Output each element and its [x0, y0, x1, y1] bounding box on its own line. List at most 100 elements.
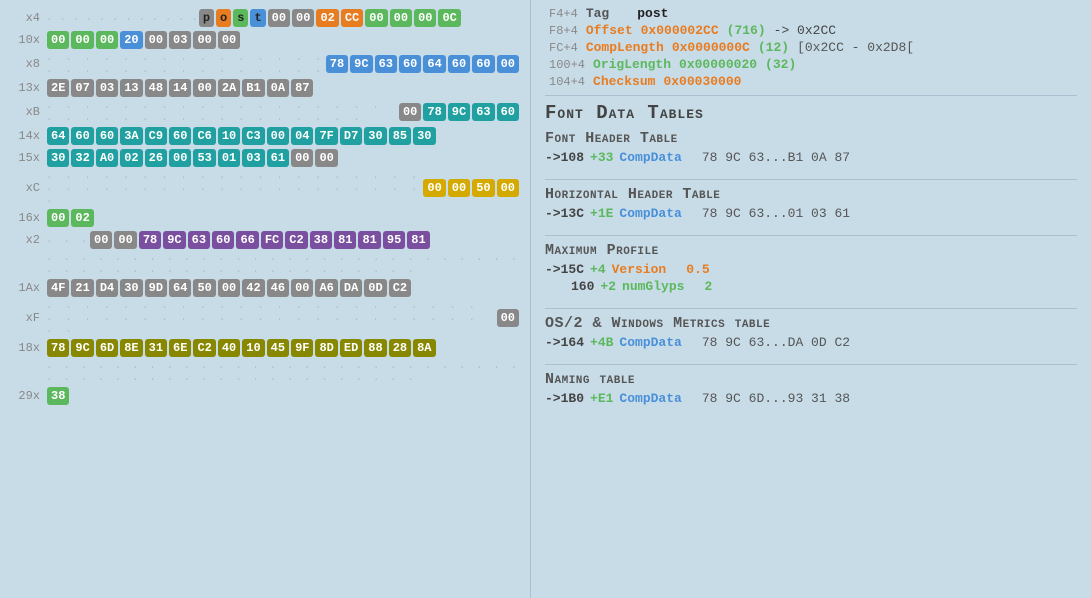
- hex-cell: 00: [291, 149, 313, 167]
- row-label: 10x: [10, 33, 46, 47]
- hex-cell: 9C: [163, 231, 185, 249]
- table-section-os2: OS/2 & Windows Metrics table ->164 +4B C…: [545, 315, 1077, 350]
- dots: . . . . . . . . . . . . . . . . . . . . …: [46, 360, 520, 384]
- hex-cell: 00: [497, 309, 519, 327]
- hex-row: 18x 78 9C 6D 8E 31 6E C2 40 10 45 9F 8D …: [10, 338, 520, 358]
- row-label: xF: [10, 311, 46, 325]
- hex-cell: 00: [414, 9, 436, 27]
- hex-row: . . . . . . . . . . . . . . . . . . . . …: [10, 360, 520, 384]
- hex-cell: 32: [71, 149, 93, 167]
- hex-cell: 78: [423, 103, 445, 121]
- table-title: OS/2 & Windows Metrics table: [545, 315, 1077, 332]
- field-version: Version: [612, 262, 667, 277]
- hex-cell: 64: [169, 279, 191, 297]
- hex-cell: C2: [193, 339, 215, 357]
- field-compdata: CompData: [619, 150, 681, 165]
- hex-cell: 63: [375, 55, 397, 73]
- hex-cell: 00: [145, 31, 167, 49]
- val-numglyps: 2: [704, 279, 712, 294]
- table-row-info: ->164 +4B CompData 78 9C 63...DA 0D C2: [545, 335, 1077, 350]
- hex-cell: 60: [169, 127, 191, 145]
- hex-cell: 50: [193, 279, 215, 297]
- hex-cell: C6: [193, 127, 215, 145]
- hex-cell: 13: [120, 79, 142, 97]
- table-row-info: ->108 +33 CompData 78 9C 63...B1 0A 87: [545, 150, 1077, 165]
- hex-cell: CC: [341, 9, 363, 27]
- val-compdata: 78 9C 63...DA 0D C2: [702, 335, 850, 350]
- val-complength-hex: 0x0000000C: [672, 40, 750, 55]
- hex-cell: 60: [497, 103, 519, 121]
- hex-cell: 00: [365, 9, 387, 27]
- hex-cell: 00: [193, 31, 215, 49]
- hex-cell: 00: [292, 9, 314, 27]
- hex-cell: 31: [145, 339, 167, 357]
- hex-cell: 2A: [218, 79, 240, 97]
- hex-cell: 9C: [71, 339, 93, 357]
- hex-row: . . . . . . . . . . . . . . . . . . . . …: [10, 252, 520, 276]
- hex-cell: 88: [364, 339, 386, 357]
- hex-row: 1Ax 4F 21 D4 30 9D 64 50 00 42 46 00 A6 …: [10, 278, 520, 298]
- hex-cell: C3: [242, 127, 264, 145]
- hex-cell: 00: [390, 9, 412, 27]
- hex-row: 13x 2E 07 03 13 48 14 00 2A B1 0A 87: [10, 78, 520, 98]
- hex-row: 16x 00 02: [10, 208, 520, 228]
- hex-cell: 9C: [350, 55, 372, 73]
- hex-cell: 30: [120, 279, 142, 297]
- hex-cell: 81: [407, 231, 429, 249]
- field-compdata: CompData: [619, 335, 681, 350]
- table-row-info: ->15C +4 Version 0.5: [545, 262, 1077, 277]
- right-panel: F4+4 Tag post F8+4 Offset 0x000002CC (71…: [530, 0, 1091, 598]
- hex-cell: 8E: [120, 339, 142, 357]
- meta-row: F8+4 Offset 0x000002CC (716) -> 0x2CC: [545, 23, 1077, 38]
- row-label: xB: [10, 105, 46, 119]
- hex-cell: 60: [212, 231, 234, 249]
- hex-cell: 53: [193, 149, 215, 167]
- table-section-name: Naming table ->1B0 +E1 CompData 78 9C 6D…: [545, 371, 1077, 406]
- field-tag: Tag: [586, 6, 609, 21]
- hex-cell: 60: [448, 55, 470, 73]
- hex-cell: 46: [267, 279, 289, 297]
- hex-cell: 07: [71, 79, 93, 97]
- hex-row: x4 . . . . . . . . . . . . p o s t 00 00…: [10, 8, 520, 28]
- meta-row: 100+4 OrigLength 0x00000020 (32): [545, 57, 1077, 72]
- hex-cell: 0C: [438, 9, 460, 27]
- table-section-maxp: Maximum Profile ->15C +4 Version 0.5 160…: [545, 242, 1077, 294]
- hex-cell: 00: [448, 179, 470, 197]
- hex-cell: 2E: [47, 79, 69, 97]
- hex-cell: 00: [315, 149, 337, 167]
- hex-cell: 95: [383, 231, 405, 249]
- table-title: Naming table: [545, 371, 1077, 388]
- plus-offset: +E1: [590, 391, 613, 406]
- arrow-ref: ->1B0: [545, 391, 584, 406]
- arrow-ref: ->13C: [545, 206, 584, 221]
- hex-cell: 40: [218, 339, 240, 357]
- hex-cell: 21: [71, 279, 93, 297]
- hex-cell: 10: [242, 339, 264, 357]
- hex-cell: 26: [145, 149, 167, 167]
- hex-cell: 6D: [96, 339, 118, 357]
- row-label: x4: [10, 11, 46, 25]
- hex-cell: 30: [413, 127, 435, 145]
- dots: . . .: [46, 234, 89, 246]
- row-label: 15x: [10, 151, 46, 165]
- hex-cell: 3A: [120, 127, 142, 145]
- hex-cell: 02: [316, 9, 338, 27]
- hex-cell: s: [233, 9, 248, 27]
- hex-cell: C9: [145, 127, 167, 145]
- hex-cell: 78: [47, 339, 69, 357]
- hex-cell: 03: [242, 149, 264, 167]
- hex-cell: 50: [472, 179, 494, 197]
- hex-cell: 00: [218, 279, 240, 297]
- hex-cell: 64: [423, 55, 445, 73]
- plus-offset: +33: [590, 150, 613, 165]
- hex-cell: 0A: [267, 79, 289, 97]
- hex-cell: o: [216, 9, 231, 27]
- hex-row: 14x 64 60 60 3A C9 60 C6 10 C3 00 04 7F …: [10, 126, 520, 146]
- meta-row: 104+4 Checksum 0x00030000: [545, 74, 1077, 89]
- hex-cell: 00: [47, 209, 69, 227]
- hex-cell: 30: [364, 127, 386, 145]
- hex-cell: 00: [291, 279, 313, 297]
- hex-row: xC . . . . . . . . . . . . . . . . . . .…: [10, 170, 520, 206]
- divider: [545, 95, 1077, 96]
- table-row-info: 160 +2 numGlyps 2: [545, 279, 1077, 294]
